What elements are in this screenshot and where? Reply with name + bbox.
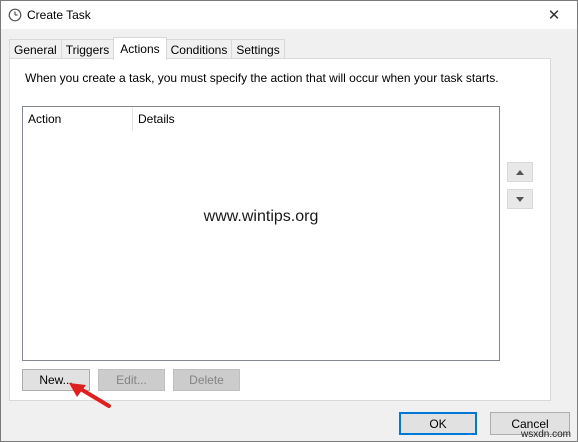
tab-triggers[interactable]: Triggers — [60, 39, 115, 59]
actions-list[interactable]: Action Details www.wintips.org — [22, 106, 500, 361]
triangle-up-icon — [516, 169, 524, 175]
move-up-button[interactable] — [507, 162, 533, 182]
corner-watermark: wsxdn.com — [520, 429, 571, 440]
close-button[interactable]: ✕ — [531, 1, 577, 29]
tab-bar: General Triggers Actions Conditions Sett… — [9, 37, 285, 60]
list-header: Action Details — [23, 107, 499, 131]
clock-icon — [8, 8, 22, 22]
actions-description: When you create a task, you must specify… — [25, 71, 499, 85]
watermark-text: www.wintips.org — [203, 208, 319, 225]
column-header-details[interactable]: Details — [133, 107, 213, 131]
close-icon: ✕ — [547, 7, 561, 24]
move-down-button[interactable] — [507, 189, 533, 209]
delete-action-button[interactable]: Delete — [173, 369, 240, 391]
column-header-action[interactable]: Action — [23, 107, 133, 131]
window-title: Create Task — [27, 8, 91, 22]
create-task-dialog: Create Task ✕ General Triggers Actions C… — [0, 0, 578, 442]
tab-conditions[interactable]: Conditions — [165, 39, 233, 59]
tab-general[interactable]: General — [9, 39, 62, 59]
ok-button[interactable]: OK — [399, 412, 477, 435]
tab-actions[interactable]: Actions — [113, 37, 167, 60]
actions-tab-panel: When you create a task, you must specify… — [9, 58, 551, 401]
red-arrow-icon — [69, 383, 111, 408]
triangle-down-icon — [516, 196, 524, 202]
tab-settings[interactable]: Settings — [231, 39, 285, 59]
title-bar[interactable]: Create Task ✕ — [1, 1, 577, 29]
